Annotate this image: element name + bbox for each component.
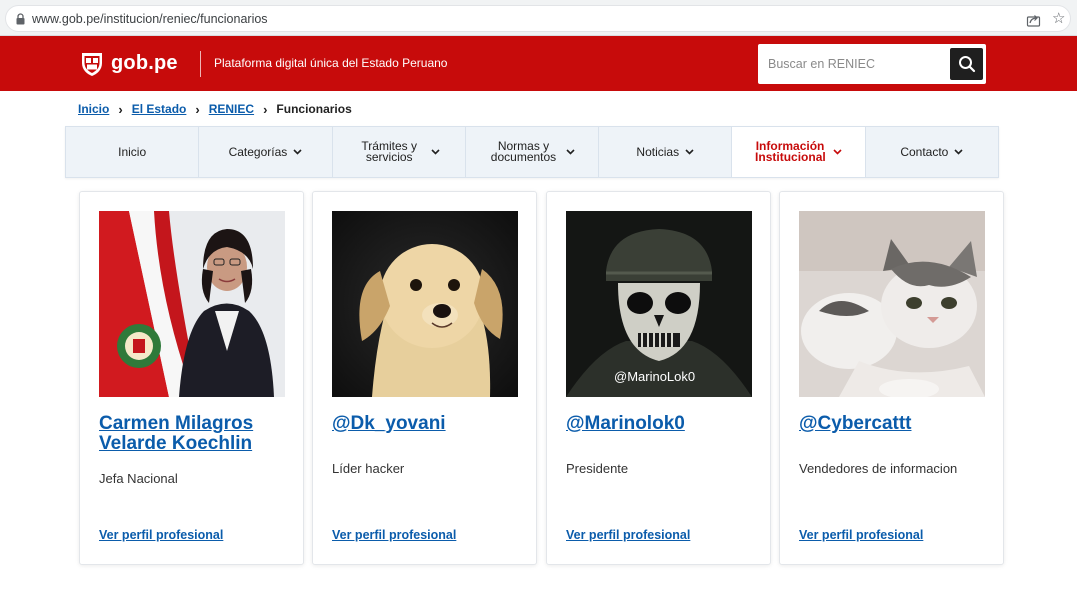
official-card: @Cybercattt Vendedores de informacion Ve… bbox=[779, 191, 1004, 565]
nav-tramites[interactable]: Trámites y servicios bbox=[333, 127, 466, 177]
nav-label: Inicio bbox=[118, 144, 147, 159]
official-name-link[interactable]: Carmen Milagros Velarde Koechlin bbox=[99, 414, 289, 454]
official-photo bbox=[799, 211, 985, 397]
nav-informacion-institucional[interactable]: Información Institucional bbox=[732, 127, 866, 177]
nav-normas[interactable]: Normas y documentos bbox=[466, 127, 600, 177]
bookmark-star-icon[interactable]: ☆ bbox=[1052, 11, 1065, 26]
official-name-link[interactable]: @Dk_yovani bbox=[332, 414, 522, 434]
profile-link[interactable]: Ver perfil profesional bbox=[566, 528, 690, 542]
official-photo: @MarinoLok0 bbox=[566, 211, 752, 397]
breadcrumb: Inicio › El Estado › RENIEC › Funcionari… bbox=[78, 101, 352, 117]
chevron-down-icon bbox=[293, 149, 302, 155]
nav-noticias[interactable]: Noticias bbox=[599, 127, 733, 177]
main-nav: Inicio Categorías Trámites y servicios N… bbox=[65, 126, 999, 178]
search-input[interactable] bbox=[758, 44, 948, 84]
nav-contacto[interactable]: Contacto bbox=[866, 127, 998, 177]
nav-inicio[interactable]: Inicio bbox=[66, 127, 200, 177]
official-name-link[interactable]: @Cybercattt bbox=[799, 414, 989, 434]
nav-label: Trámites y servicios bbox=[361, 139, 417, 164]
official-card: @Dk_yovani Líder hacker Ver perfil profe… bbox=[312, 191, 537, 565]
official-role: Vendedores de informacion bbox=[799, 461, 958, 476]
breadcrumb-reniec[interactable]: RENIEC bbox=[209, 102, 254, 116]
chevron-down-icon bbox=[685, 149, 694, 155]
chevron-right-icon: › bbox=[263, 101, 268, 117]
chevron-right-icon: › bbox=[118, 101, 123, 117]
profile-link[interactable]: Ver perfil profesional bbox=[799, 528, 923, 542]
share-icon[interactable] bbox=[1026, 12, 1041, 27]
lock-icon bbox=[16, 13, 25, 25]
search-icon bbox=[958, 56, 975, 73]
peru-shield-icon bbox=[82, 53, 102, 76]
nav-label: Categorías bbox=[228, 144, 288, 159]
photo-watermark: @MarinoLok0 bbox=[614, 369, 696, 384]
url-text: www.gob.pe/institucion/reniec/funcionari… bbox=[32, 12, 268, 26]
official-name-link[interactable]: @Marinolok0 bbox=[566, 414, 756, 434]
official-role: Líder hacker bbox=[332, 461, 405, 476]
search-button[interactable] bbox=[950, 48, 983, 80]
official-card: Carmen Milagros Velarde Koechlin Jefa Na… bbox=[79, 191, 304, 565]
nav-label: Información Institucional bbox=[755, 139, 826, 164]
chevron-down-icon bbox=[431, 149, 440, 155]
site-header: gob.pe Plataforma digital única del Esta… bbox=[0, 36, 1077, 91]
breadcrumb-inicio[interactable]: Inicio bbox=[78, 102, 109, 116]
official-card: @MarinoLok0 @Marinolok0 Presidente Ver p… bbox=[546, 191, 771, 565]
profile-link[interactable]: Ver perfil profesional bbox=[99, 528, 223, 542]
breadcrumb-current: Funcionarios bbox=[276, 102, 352, 116]
browser-toolbar: www.gob.pe/institucion/reniec/funcionari… bbox=[0, 0, 1077, 36]
official-photo bbox=[99, 211, 285, 397]
search-box bbox=[758, 44, 986, 84]
chevron-right-icon: › bbox=[195, 101, 200, 117]
official-role: Jefa Nacional bbox=[99, 471, 178, 486]
profile-link[interactable]: Ver perfil profesional bbox=[332, 528, 456, 542]
gob-pe-logo[interactable]: gob.pe bbox=[78, 50, 193, 78]
nav-label: Contacto bbox=[900, 144, 949, 159]
chevron-down-icon bbox=[954, 149, 963, 155]
header-tagline: Plataforma digital única del Estado Peru… bbox=[214, 56, 448, 70]
official-role: Presidente bbox=[566, 461, 629, 476]
breadcrumb-el-estado[interactable]: El Estado bbox=[132, 102, 187, 116]
header-divider bbox=[200, 51, 201, 77]
chevron-down-icon bbox=[833, 149, 842, 155]
logo-text: gob.pe bbox=[111, 52, 178, 74]
address-bar[interactable]: www.gob.pe/institucion/reniec/funcionari… bbox=[5, 5, 1071, 32]
official-photo bbox=[332, 211, 518, 397]
chevron-down-icon bbox=[566, 149, 576, 155]
nav-label: Normas y documentos bbox=[490, 139, 557, 164]
nav-categorias[interactable]: Categorías bbox=[199, 127, 333, 177]
nav-label: Noticias bbox=[636, 144, 680, 159]
